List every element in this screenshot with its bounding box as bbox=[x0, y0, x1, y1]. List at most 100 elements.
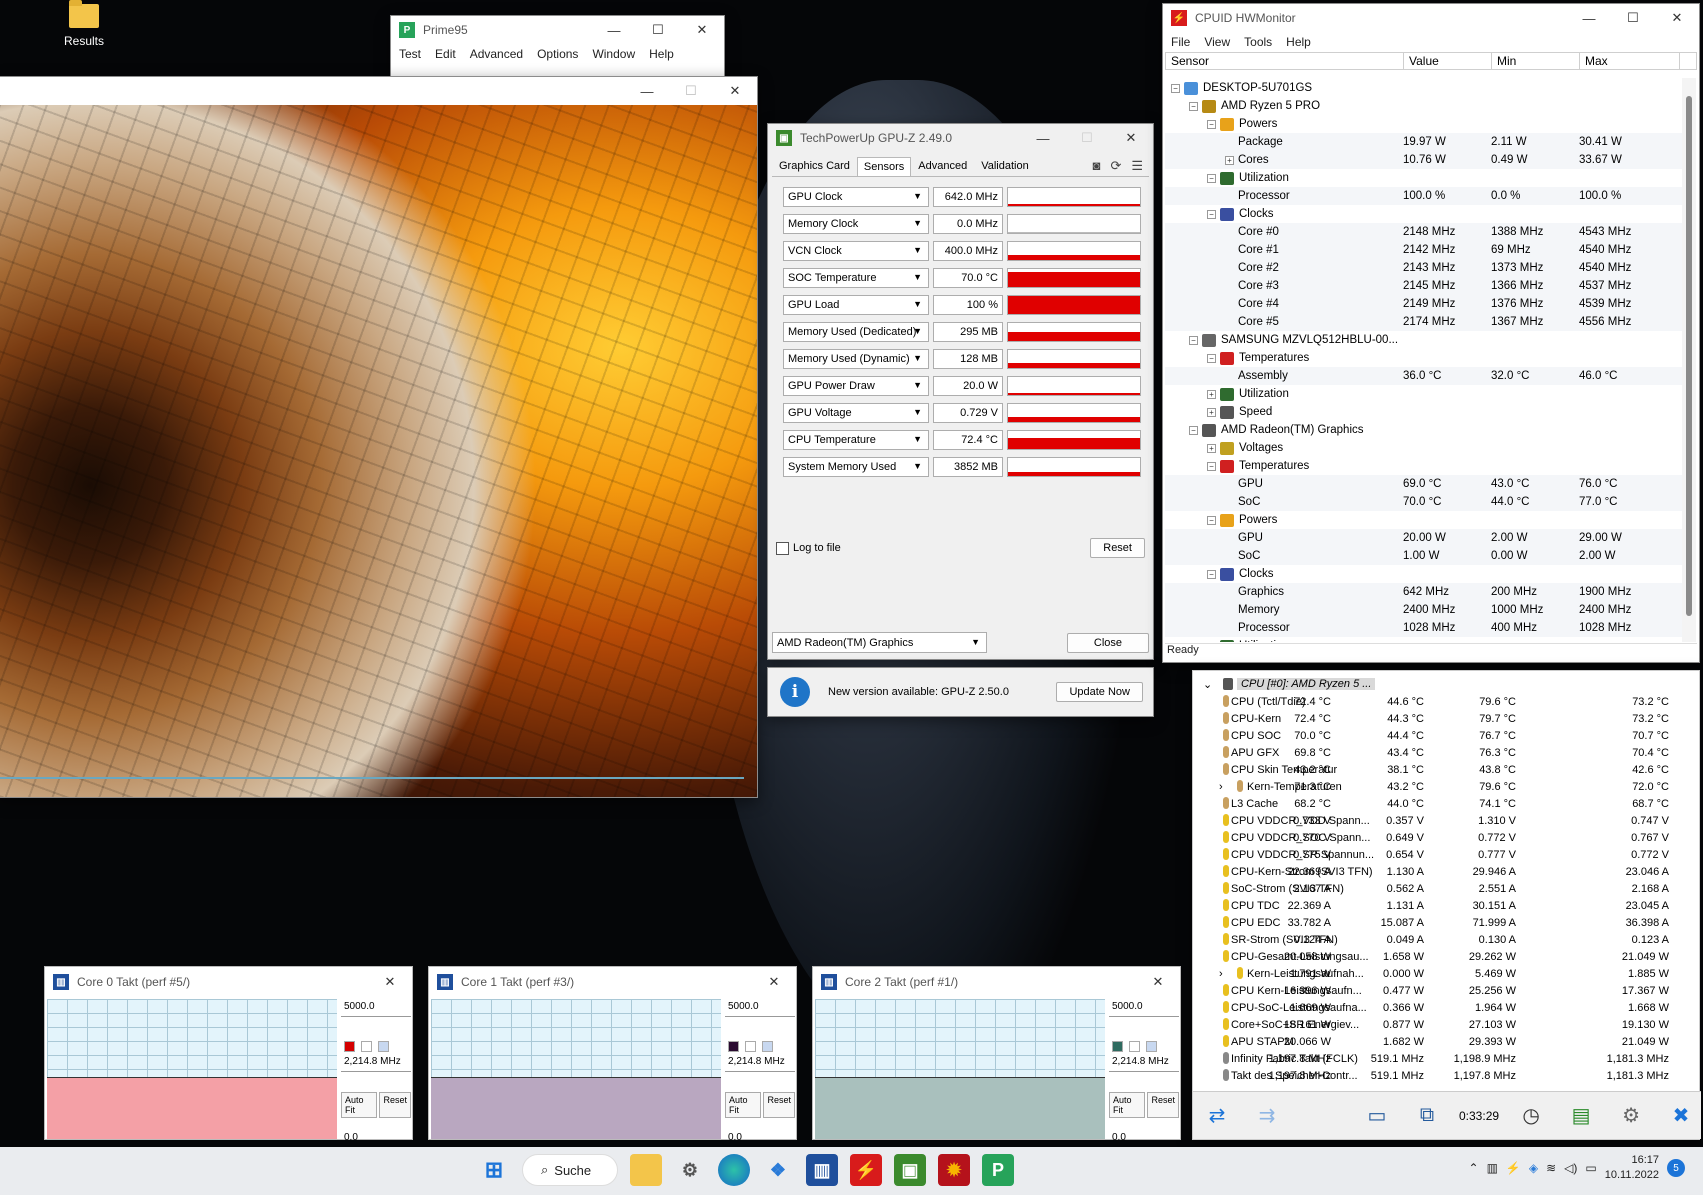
sensor-name-dropdown[interactable]: CPU Temperature ▼ bbox=[783, 429, 929, 450]
gpuz-taskbar-icon[interactable]: ▣ bbox=[894, 1154, 926, 1186]
tab-graphics-card[interactable]: Graphics Card bbox=[772, 156, 857, 176]
sensor-name-dropdown[interactable]: Memory Used (Dedicated) ▼ bbox=[783, 321, 929, 342]
sensor-row[interactable]: CPU-Gesamt-Leistungsau... 20.058 W 1.658 W… bbox=[1193, 948, 1699, 965]
sensor-row[interactable]: GPU 20.00 W 2.00 W 29.00 W bbox=[1165, 529, 1684, 547]
column-value[interactable]: Value bbox=[1404, 53, 1492, 69]
sensor-row[interactable]: CPU Kern-Leistungsaufn... 16.396 W 0.477 W… bbox=[1193, 982, 1699, 999]
menu-view[interactable]: View bbox=[1204, 35, 1230, 49]
close-button[interactable]: ✕ bbox=[680, 16, 724, 44]
sensor-name-dropdown[interactable]: GPU Power Draw ▼ bbox=[783, 375, 929, 396]
settings-icon[interactable]: ⚙ bbox=[674, 1154, 706, 1186]
battery-icon[interactable]: ▭ bbox=[1585, 1161, 1596, 1175]
color-swatch[interactable] bbox=[1129, 1041, 1140, 1052]
sensor-row[interactable]: Core #5 2174 MHz 1367 MHz 4556 MHz bbox=[1165, 313, 1684, 331]
sensor-row[interactable]: Infinity Fabric Takt (FCLK) 1,197.8 MHz 51… bbox=[1193, 1050, 1699, 1067]
reset-button[interactable]: Reset bbox=[1147, 1092, 1179, 1118]
collapse-toggle[interactable]: − bbox=[1189, 101, 1198, 111]
clock[interactable]: 16:17 10.11.2022 bbox=[1605, 1153, 1659, 1183]
minimize-button[interactable]: — bbox=[1567, 4, 1611, 32]
collapse-toggle[interactable]: − bbox=[1171, 83, 1180, 93]
sensor-row[interactable]: CPU VDDCR_SOC Spann... 0.770 V 0.649 V 0.77… bbox=[1193, 829, 1699, 846]
reset-button[interactable]: Reset bbox=[763, 1092, 795, 1118]
chevron-down-icon[interactable]: ⌄ bbox=[1203, 678, 1212, 691]
auto-fit-button[interactable]: Auto Fit bbox=[725, 1092, 762, 1118]
gear-icon[interactable]: ⚙ bbox=[1613, 1101, 1649, 1131]
camera-icon[interactable]: ◙ bbox=[1093, 158, 1101, 174]
sensor-row[interactable]: CPU SOC 70.0 °C 44.4 °C 76.7 °C 70.7 °C bbox=[1193, 727, 1699, 744]
sensor-row[interactable]: Assembly 36.0 °C 32.0 °C 46.0 °C bbox=[1165, 367, 1684, 385]
sensor-row[interactable]: Core #3 2145 MHz 1366 MHz 4537 MHz bbox=[1165, 277, 1684, 295]
core-clock-window[interactable]: ▥ Core 1 Takt (perf #3/) ✕ 5000.0 2,214.8 MH… bbox=[428, 966, 797, 1148]
sensor-row[interactable]: CPU-Kern-Strom (SVI3 TFN) 22.369 A 1.130 A… bbox=[1193, 863, 1699, 880]
auto-fit-button[interactable]: Auto Fit bbox=[341, 1092, 378, 1118]
expand-toggle[interactable]: + bbox=[1207, 641, 1216, 642]
chevron-up-icon[interactable]: ⌃ bbox=[1469, 1161, 1479, 1175]
collapse-toggle[interactable]: − bbox=[1207, 173, 1216, 183]
desktop-icon-results[interactable]: Results bbox=[62, 0, 106, 48]
collapse-toggle[interactable]: − bbox=[1207, 119, 1216, 129]
sensor-row[interactable]: SoC 70.0 °C 44.0 °C 77.0 °C bbox=[1165, 493, 1684, 511]
expand-toggle[interactable]: + bbox=[1207, 443, 1216, 453]
menu-edit[interactable]: Edit bbox=[435, 47, 456, 61]
arrows-left-right-icon[interactable]: ⇄ bbox=[1199, 1101, 1235, 1131]
sensor-group[interactable]: − SAMSUNG MZVLQ512HBLU-00... bbox=[1165, 331, 1684, 349]
reset-button[interactable]: Reset bbox=[1090, 538, 1145, 558]
expand-toggle[interactable]: + bbox=[1225, 155, 1234, 165]
reset-button[interactable]: Reset bbox=[379, 1092, 411, 1118]
prime95-window[interactable]: P Prime95 — ☐ ✕ Test Edit Advanced Optio… bbox=[390, 15, 725, 81]
hwmonitor-tray-icon[interactable]: ⚡ bbox=[1506, 1161, 1521, 1175]
collapse-toggle[interactable]: − bbox=[1207, 209, 1216, 219]
close-button[interactable]: ✕ bbox=[1136, 967, 1180, 997]
collapse-toggle[interactable]: − bbox=[1207, 461, 1216, 471]
minimize-button[interactable]: — bbox=[625, 77, 669, 105]
auto-fit-button[interactable]: Auto Fit bbox=[1109, 1092, 1146, 1118]
tab-validation[interactable]: Validation bbox=[974, 156, 1036, 176]
sensor-group[interactable]: − Powers bbox=[1165, 511, 1684, 529]
minimize-button[interactable]: — bbox=[592, 16, 636, 44]
sensor-row[interactable]: Package 19.97 W 2.11 W 30.41 W bbox=[1165, 133, 1684, 151]
color-swatch[interactable] bbox=[728, 1041, 739, 1052]
sensor-row[interactable]: Core+SoC+SR Energiev... 18.161 W 0.877 W 27… bbox=[1193, 1016, 1699, 1033]
sensor-row[interactable]: L3 Cache 68.2 °C 44.0 °C 74.1 °C 68.7 °C bbox=[1193, 795, 1699, 812]
sensor-group[interactable]: + Speed bbox=[1165, 403, 1684, 421]
sensor-row[interactable]: › Kern-Leistungsaufnah... 1.791 W 0.000 W 5.… bbox=[1193, 965, 1699, 982]
color-swatch[interactable] bbox=[1112, 1041, 1123, 1052]
sensor-name-dropdown[interactable]: GPU Load ▼ bbox=[783, 294, 929, 315]
close-button[interactable]: ✕ bbox=[1109, 124, 1153, 152]
sensor-name-dropdown[interactable]: GPU Voltage ▼ bbox=[783, 402, 929, 423]
sensor-row[interactable]: Processor 1028 MHz 400 MHz 1028 MHz bbox=[1165, 619, 1684, 637]
expand-icon[interactable]: › bbox=[1219, 968, 1223, 980]
hwmonitor-window[interactable]: ⚡ CPUID HWMonitor — ☐ ✕ File View Tools … bbox=[1162, 3, 1700, 663]
vertical-scrollbar[interactable] bbox=[1682, 78, 1696, 642]
start-icon[interactable]: ⊞ bbox=[478, 1154, 510, 1186]
maximize-button[interactable]: ☐ bbox=[1065, 124, 1109, 152]
sensor-row[interactable]: Core #2 2143 MHz 1373 MHz 4540 MHz bbox=[1165, 259, 1684, 277]
menu-help[interactable]: Help bbox=[1286, 35, 1311, 49]
core-window-titlebar[interactable]: ▥ Core 0 Takt (perf #5/) ✕ bbox=[45, 967, 412, 997]
prime95-taskbar-icon[interactable]: P bbox=[982, 1154, 1014, 1186]
core-window-titlebar[interactable]: ▥ Core 2 Takt (perf #1/) ✕ bbox=[813, 967, 1180, 997]
prime95-titlebar[interactable]: P Prime95 — ☐ ✕ bbox=[391, 16, 724, 44]
menu-icon[interactable]: ☰ bbox=[1131, 158, 1143, 174]
arrows-right-icon[interactable]: ⇉ bbox=[1249, 1101, 1285, 1131]
hwmonitor-taskbar-icon[interactable]: ⚡ bbox=[850, 1154, 882, 1186]
sensor-group[interactable]: − Clocks bbox=[1165, 205, 1684, 223]
sensor-row[interactable]: APU STAPM 20.066 W 1.682 W 29.393 W 21.049 W bbox=[1193, 1033, 1699, 1050]
sensor-row[interactable]: CPU Skin Temperatur 43.2 °C 38.1 °C 43.8 °C… bbox=[1193, 761, 1699, 778]
collapse-toggle[interactable]: − bbox=[1189, 425, 1198, 435]
report-add-icon[interactable]: ▤ bbox=[1563, 1101, 1599, 1131]
sensor-row[interactable]: GPU 69.0 °C 43.0 °C 76.0 °C bbox=[1165, 475, 1684, 493]
close-icon[interactable]: ✖ bbox=[1663, 1101, 1699, 1131]
core-clock-window[interactable]: ▥ Core 2 Takt (perf #1/) ✕ 5000.0 2,214.8 MH… bbox=[812, 966, 1181, 1148]
color-swatch[interactable] bbox=[378, 1041, 389, 1052]
color-swatch[interactable] bbox=[762, 1041, 773, 1052]
color-swatch[interactable] bbox=[361, 1041, 372, 1052]
app-icon[interactable]: ❖ bbox=[762, 1154, 794, 1186]
sensor-row[interactable]: CPU EDC 33.782 A 15.087 A 71.999 A 36.398 A bbox=[1193, 914, 1699, 931]
sensor-row[interactable]: Core #1 2142 MHz 69 MHz 4540 MHz bbox=[1165, 241, 1684, 259]
hwinfo-taskbar-icon[interactable]: ▥ bbox=[806, 1154, 838, 1186]
column-max[interactable]: Max bbox=[1580, 53, 1680, 69]
sensor-row[interactable]: CPU TDC 22.369 A 1.131 A 30.151 A 23.045 A bbox=[1193, 897, 1699, 914]
collapse-toggle[interactable]: − bbox=[1189, 335, 1198, 345]
sensor-name-dropdown[interactable]: System Memory Used ▼ bbox=[783, 456, 929, 477]
